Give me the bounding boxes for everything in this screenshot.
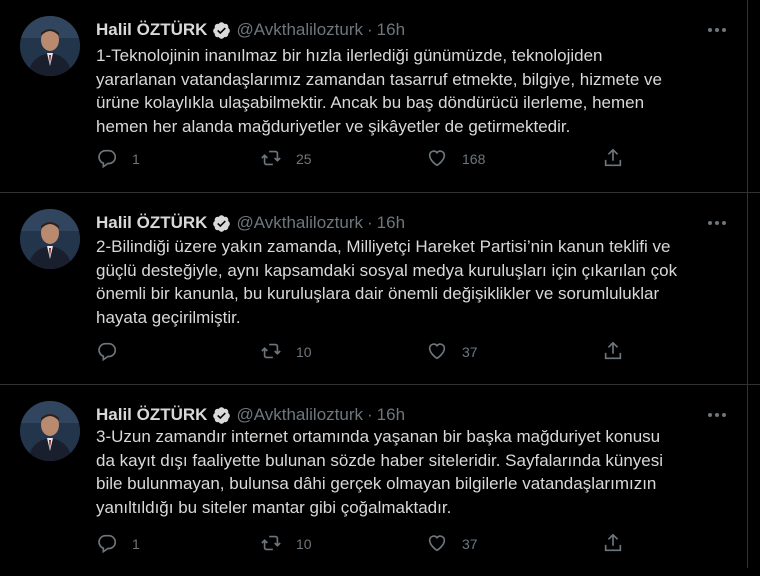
avatar-photo <box>20 209 80 269</box>
avatar[interactable] <box>20 16 80 76</box>
avatar-photo <box>20 16 80 76</box>
tweet-actions: 1 10 37 <box>96 531 636 557</box>
tweet-header: Halil ÖZTÜRK @Avkthalilozturk · 16h <box>96 18 730 42</box>
like-count: 37 <box>462 344 478 360</box>
tweet-actions: 1 25 168 <box>96 146 636 172</box>
retweet-button[interactable]: 25 <box>260 146 312 172</box>
tweet[interactable]: Halil ÖZTÜRK @Avkthalilozturk · 16h 2-Bi… <box>0 192 760 384</box>
author-handle[interactable]: @Avkthalilozturk <box>236 20 363 40</box>
tweet-text: 2-Bilindiği üzere yakın zamanda, Milliye… <box>96 237 678 327</box>
avatar-photo <box>20 401 80 461</box>
share-button[interactable] <box>602 339 624 365</box>
author-handle[interactable]: @Avkthalilozturk <box>236 405 363 425</box>
retweet-count: 10 <box>296 536 312 552</box>
like-button[interactable]: 37 <box>426 339 478 365</box>
reply-count: 1 <box>132 151 140 167</box>
reply-icon <box>96 147 118 172</box>
like-icon <box>426 532 448 557</box>
reply-button[interactable]: 1 <box>96 146 140 172</box>
author-name[interactable]: Halil ÖZTÜRK <box>96 213 207 233</box>
tweet[interactable]: Halil ÖZTÜRK @Avkthalilozturk · 16h 1-Te… <box>0 0 760 192</box>
share-icon <box>602 532 624 557</box>
author-name[interactable]: Halil ÖZTÜRK <box>96 20 207 40</box>
like-count: 168 <box>462 151 486 167</box>
retweet-count: 10 <box>296 344 312 360</box>
share-button[interactable] <box>602 146 624 172</box>
reply-icon <box>96 340 118 365</box>
verified-badge-icon <box>212 214 231 233</box>
separator-dot: · <box>367 405 373 424</box>
separator-dot: · <box>367 213 373 232</box>
timestamp[interactable]: 16h <box>377 213 405 233</box>
retweet-button[interactable]: 10 <box>260 339 312 365</box>
author-handle[interactable]: @Avkthalilozturk <box>236 213 363 233</box>
like-count: 37 <box>462 536 478 552</box>
tweet-header: Halil ÖZTÜRK @Avkthalilozturk · 16h <box>96 403 730 427</box>
verified-badge-icon <box>212 21 231 40</box>
reply-icon <box>96 532 118 557</box>
tweet[interactable]: Halil ÖZTÜRK @Avkthalilozturk · 16h 3-Uz… <box>0 384 760 576</box>
retweet-button[interactable]: 10 <box>260 531 312 557</box>
share-icon <box>602 340 624 365</box>
avatar[interactable] <box>20 401 80 461</box>
retweet-count: 25 <box>296 151 312 167</box>
reply-button[interactable] <box>96 339 132 365</box>
share-icon <box>602 147 624 172</box>
verified-badge-icon <box>212 406 231 425</box>
tweet-header: Halil ÖZTÜRK @Avkthalilozturk · 16h <box>96 211 730 235</box>
separator-dot: · <box>367 20 373 39</box>
avatar[interactable] <box>20 209 80 269</box>
retweet-icon <box>260 532 282 557</box>
tweet-text: 1-Teknolojinin inanılmaz bir hızla ilerl… <box>96 46 662 136</box>
like-button[interactable]: 168 <box>426 146 485 172</box>
retweet-icon <box>260 340 282 365</box>
like-button[interactable]: 37 <box>426 531 478 557</box>
retweet-icon <box>260 147 282 172</box>
more-icon[interactable] <box>706 20 728 40</box>
tweet-text: 3-Uzun zamandır internet ortamında yaşan… <box>96 427 664 517</box>
like-icon <box>426 147 448 172</box>
timestamp[interactable]: 16h <box>377 20 405 40</box>
author-name[interactable]: Halil ÖZTÜRK <box>96 405 207 425</box>
reply-button[interactable]: 1 <box>96 531 140 557</box>
like-icon <box>426 340 448 365</box>
tweet-actions: 10 37 <box>96 339 636 365</box>
timestamp[interactable]: 16h <box>377 405 405 425</box>
more-icon[interactable] <box>706 405 728 425</box>
reply-count: 1 <box>132 536 140 552</box>
more-icon[interactable] <box>706 213 728 233</box>
share-button[interactable] <box>602 531 624 557</box>
